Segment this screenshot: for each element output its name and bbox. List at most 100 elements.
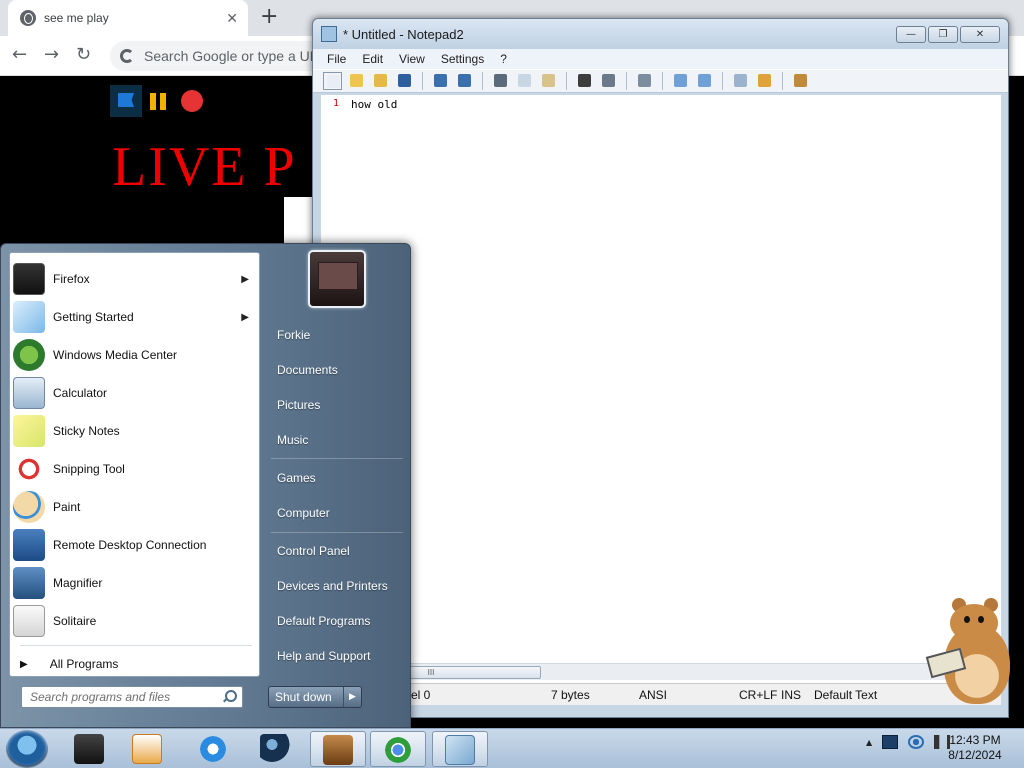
customize-icon[interactable]: [755, 72, 774, 90]
program-sticky-notes[interactable]: Sticky Notes: [13, 413, 257, 449]
hamster-eye: [964, 616, 970, 623]
forward-icon[interactable]: →: [44, 44, 59, 65]
taskbar-chrome[interactable]: [370, 731, 426, 767]
minimize-button[interactable]: —: [896, 26, 926, 43]
taskbar-notepad[interactable]: [432, 731, 488, 767]
record-icon[interactable]: [178, 85, 210, 117]
globe-icon: [260, 734, 290, 764]
taskbar-hamster[interactable]: [310, 731, 366, 767]
show-hidden-icons[interactable]: ▲: [866, 738, 872, 747]
reload-icon[interactable]: ↻: [76, 44, 91, 65]
redo-icon[interactable]: [455, 72, 474, 90]
save-icon[interactable]: [395, 72, 414, 90]
program-calculator[interactable]: Calculator: [13, 375, 257, 411]
program-snipping-tool[interactable]: Snipping Tool: [13, 451, 257, 487]
all-programs-button[interactable]: ▶ All Programs: [20, 657, 118, 671]
replace-icon[interactable]: [599, 72, 618, 90]
status-encoding[interactable]: ANSI: [639, 688, 667, 702]
new-icon[interactable]: [323, 72, 342, 90]
getting-started-icon: [13, 301, 45, 333]
menu-view[interactable]: View: [399, 52, 425, 66]
toolbar-separator: [422, 72, 423, 90]
maximize-button[interactable]: ❐: [928, 26, 958, 43]
shutdown-options-icon[interactable]: ▶: [343, 687, 361, 707]
notepad-titlebar[interactable]: * Untitled - Notepad2 — ❐ ✕: [313, 19, 1008, 49]
editor-text[interactable]: how old: [351, 98, 397, 111]
clock-time: 12:43 PM: [949, 733, 1001, 747]
taskbar-firefox[interactable]: [62, 731, 118, 767]
search-icon[interactable]: [222, 690, 237, 704]
pause-icon[interactable]: [144, 85, 176, 117]
link-documents[interactable]: Documents: [277, 363, 338, 377]
program-solitaire[interactable]: Solitaire: [13, 603, 257, 639]
link-pictures[interactable]: Pictures: [277, 398, 320, 412]
text-editor[interactable]: 1 how old: [321, 95, 1001, 683]
link-help-support[interactable]: Help and Support: [277, 649, 370, 663]
browser-tab[interactable]: see me play ✕: [8, 0, 248, 36]
page-image: [284, 197, 314, 247]
submenu-arrow-icon[interactable]: ▶: [241, 312, 249, 323]
undo-icon[interactable]: [431, 72, 450, 90]
status-eol[interactable]: CR+LF: [739, 688, 777, 702]
link-control-panel[interactable]: Control Panel: [277, 544, 350, 558]
close-button[interactable]: ✕: [960, 26, 1000, 43]
new-tab-button[interactable]: +: [260, 4, 278, 29]
chrome-icon: [383, 735, 413, 765]
user-picture[interactable]: [308, 250, 366, 308]
flag-icon[interactable]: [110, 85, 142, 117]
toolbar-separator: [482, 72, 483, 90]
menu-edit[interactable]: Edit: [362, 52, 383, 66]
shutdown-label: Shut down: [275, 690, 332, 704]
program-firefox[interactable]: Firefox ▶: [13, 261, 257, 297]
menu-help[interactable]: ?: [500, 52, 507, 66]
start-search-input[interactable]: Search programs and files: [21, 686, 243, 708]
scheme-icon[interactable]: [731, 72, 750, 90]
link-computer[interactable]: Computer: [277, 506, 330, 520]
link-devices-printers[interactable]: Devices and Printers: [277, 579, 388, 593]
horizontal-scrollbar[interactable]: III: [321, 663, 1001, 680]
find-icon[interactable]: [575, 72, 594, 90]
menu-file[interactable]: File: [327, 52, 346, 66]
program-magnifier[interactable]: Magnifier: [13, 565, 257, 601]
submenu-arrow-icon[interactable]: ▶: [241, 274, 249, 285]
program-getting-started[interactable]: Getting Started ▶: [13, 299, 257, 335]
hamster-eye: [978, 616, 984, 623]
monitor-icon[interactable]: [882, 735, 899, 749]
toolbar-separator: [662, 72, 663, 90]
program-label: Remote Desktop Connection: [53, 538, 207, 552]
menu-settings[interactable]: Settings: [441, 52, 484, 66]
status-scheme[interactable]: Default Text: [814, 688, 877, 702]
taskbar-globe[interactable]: [248, 731, 304, 767]
link-default-programs[interactable]: Default Programs: [277, 614, 370, 628]
paste-icon[interactable]: [539, 72, 558, 90]
tab-close-icon[interactable]: ✕: [226, 10, 238, 27]
zoom-in-icon[interactable]: [671, 72, 690, 90]
link-games[interactable]: Games: [277, 471, 316, 485]
media-center-icon: [13, 339, 45, 371]
hamster-mascot[interactable]: [922, 598, 1014, 710]
notepad-toolbar: [313, 69, 1008, 93]
internet-explorer-icon: [198, 734, 228, 764]
start-button[interactable]: [6, 730, 48, 768]
back-icon[interactable]: ←: [12, 44, 27, 65]
zoom-out-icon[interactable]: [695, 72, 714, 90]
word-wrap-icon[interactable]: [635, 72, 654, 90]
browse-icon[interactable]: [371, 72, 390, 90]
clock[interactable]: 12:43 PM 8/12/2024: [940, 733, 1010, 763]
taskbar-media-player[interactable]: [120, 731, 176, 767]
link-user[interactable]: Forkie: [277, 328, 310, 342]
open-icon[interactable]: [347, 72, 366, 90]
network-icon[interactable]: [908, 735, 925, 749]
cut-icon[interactable]: [491, 72, 510, 90]
notepad-menubar: File Edit View Settings ?: [313, 49, 1008, 69]
program-windows-media-center[interactable]: Windows Media Center: [13, 337, 257, 373]
taskbar-internet-explorer[interactable]: [186, 731, 242, 767]
link-music[interactable]: Music: [277, 433, 308, 447]
exit-icon[interactable]: [791, 72, 810, 90]
program-remote-desktop[interactable]: Remote Desktop Connection: [13, 527, 257, 563]
program-paint[interactable]: Paint: [13, 489, 257, 525]
shutdown-button[interactable]: Shut down ▶: [268, 686, 362, 708]
status-bar: el 0 7 bytes ANSI CR+LF INS Default Text: [321, 683, 1001, 705]
toolbar-separator: [722, 72, 723, 90]
copy-icon[interactable]: [515, 72, 534, 90]
